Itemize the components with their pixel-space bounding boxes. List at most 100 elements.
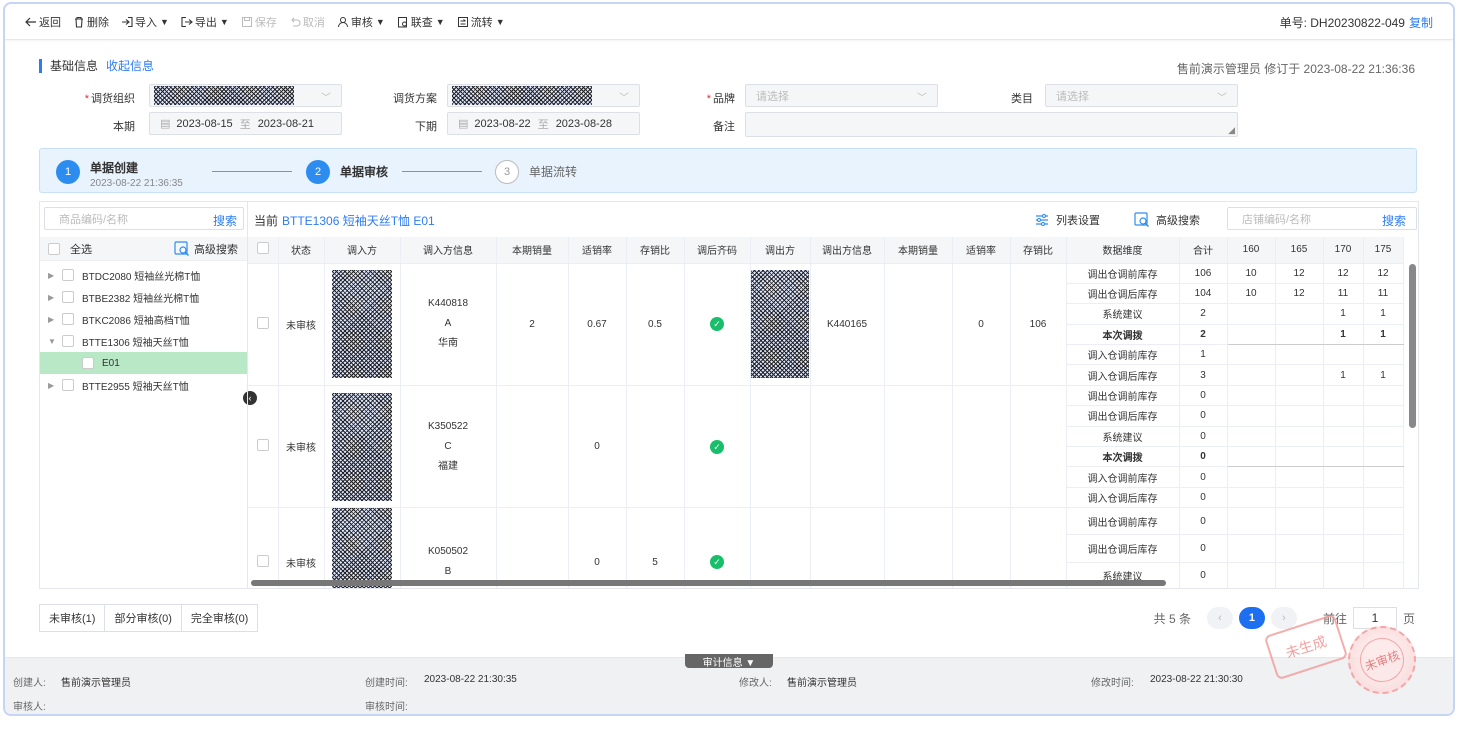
copy-link[interactable]: 复制 — [1409, 16, 1433, 30]
progress-steps: 1 单据创建 2023-08-22 21:36:35 2 单据审核 3 单据流转 — [39, 148, 1417, 193]
caret-down-icon: ▼ — [435, 16, 445, 27]
out-sell-rate-cell: 0 — [952, 263, 1011, 386]
review-button[interactable]: 审核 ▼ — [337, 14, 385, 30]
delete-button[interactable]: 删除 — [73, 14, 109, 30]
remark-textarea[interactable]: ◢ — [745, 112, 1238, 137]
shop-search-button[interactable]: 搜索 — [1382, 212, 1406, 229]
info-line: C — [444, 440, 452, 452]
step-transfer: 3 单据流转 — [495, 159, 577, 184]
info-line: K050502 — [427, 546, 469, 558]
next-period-range[interactable]: ▤ 2023-08-22 至 2023-08-28 — [447, 112, 640, 135]
out-party-cell — [750, 507, 811, 588]
horizontal-scrollbar[interactable] — [251, 580, 1166, 586]
size-cell — [1363, 487, 1404, 509]
size-cell — [1227, 562, 1276, 588]
size-cell: 12 — [1323, 263, 1364, 284]
size-cell: 1 — [1363, 303, 1404, 325]
transfer-icon — [457, 16, 468, 27]
collapse-arrow-icon[interactable]: ▼ — [48, 337, 62, 346]
size-cell[interactable] — [1363, 446, 1404, 468]
sales-cell — [496, 385, 569, 509]
size-cell[interactable] — [1227, 324, 1276, 346]
size-cell[interactable] — [1275, 324, 1324, 346]
column-settings-button[interactable]: 列表设置 — [1034, 212, 1100, 228]
grid-advanced-search-button[interactable]: 高级搜索 — [1134, 212, 1200, 228]
size-cell — [1227, 405, 1276, 427]
brand-select[interactable]: 请选择 ﹀ — [745, 84, 938, 107]
transfer-button[interactable]: 流转 ▼ — [457, 14, 505, 30]
total-cell: 0 — [1179, 534, 1228, 563]
out-sales-cell — [884, 385, 953, 509]
out-party-cell — [750, 263, 811, 386]
info-line: A — [444, 318, 452, 330]
select-all-checkbox[interactable] — [48, 242, 60, 255]
col-header: 存销比 — [626, 237, 685, 264]
total-cell: 0 — [1179, 385, 1228, 407]
page-number[interactable]: 1 — [1238, 607, 1265, 629]
out-sales-cell — [884, 507, 953, 588]
table-row: 未审核 K350522 C 福建 0 ✓ 调出仓调前库存 0 — [248, 385, 1404, 509]
import-button[interactable]: 导入 ▼ — [121, 14, 169, 30]
row-checkbox[interactable] — [256, 316, 269, 329]
tab-unreviewed[interactable]: 未审核(1) — [39, 604, 106, 632]
row-checkbox[interactable] — [256, 439, 269, 452]
back-button[interactable]: 返回 — [25, 14, 61, 30]
col-header: 数据维度 — [1066, 237, 1180, 264]
size-cell[interactable]: 1 — [1363, 324, 1404, 346]
modifier-value: 售前演示管理员 — [787, 678, 857, 689]
query-button[interactable]: 联查 ▼ — [397, 14, 445, 30]
export-button[interactable]: 导出 ▼ — [181, 14, 229, 30]
tree-item[interactable]: ▼ BTTE1306 短袖天丝T恤 — [40, 330, 248, 352]
tree-advanced-search-button[interactable]: 高级搜索 — [174, 240, 238, 257]
product-search-input[interactable]: 商品编码/名称 搜索 — [44, 207, 244, 230]
size-cell — [1275, 487, 1324, 509]
tab-partial-reviewed[interactable]: 部分审核(0) — [104, 604, 182, 632]
size-cell — [1363, 562, 1404, 588]
expand-arrow-icon[interactable]: ▶ — [48, 271, 62, 280]
tree-item[interactable]: ▶ BTTE2955 短袖天丝T恤 — [40, 374, 248, 396]
tree-item[interactable]: ▶ BTBE2382 短袖丝光棉T恤 — [40, 286, 248, 308]
tree-item[interactable]: ▶ BTDC2080 短袖丝光棉T恤 — [40, 264, 248, 286]
next-period-label: 下期 — [415, 121, 437, 133]
cur-period-range[interactable]: ▤ 2023-08-15 至 2023-08-21 — [149, 112, 342, 135]
size-cell — [1227, 364, 1276, 386]
plan-select[interactable]: ﹀ — [447, 84, 640, 107]
expand-arrow-icon[interactable]: ▶ — [48, 293, 62, 302]
tree-item-selected[interactable]: E01 — [40, 352, 248, 374]
size-cell: 1 — [1323, 364, 1364, 386]
header-checkbox[interactable] — [256, 242, 269, 255]
save-icon — [241, 16, 252, 27]
size-cell — [1323, 487, 1364, 509]
size-cell: 11 — [1363, 283, 1404, 305]
size-cell — [1275, 534, 1324, 563]
size-cell[interactable] — [1323, 446, 1364, 468]
tree-item[interactable]: ▶ BTKC2086 短袖高档T恤 — [40, 308, 248, 330]
size-cell[interactable] — [1275, 446, 1324, 468]
cancel-button[interactable]: 取消 — [289, 14, 325, 30]
category-select[interactable]: 请选择 ﹀ — [1045, 84, 1238, 107]
next-page-button[interactable]: › — [1270, 607, 1297, 629]
table-header-row: 状态 调入方 调入方信息 本期销量 适销率 存销比 调后齐码 调出方 调出方信息… — [248, 237, 1404, 264]
vertical-scrollbar[interactable] — [1409, 264, 1416, 428]
audit-info-toggle[interactable]: 审计信息 ▼ — [685, 654, 773, 669]
chevron-left-icon: ‹ — [1218, 612, 1222, 624]
expand-arrow-icon[interactable]: ▶ — [48, 381, 62, 390]
row-checkbox[interactable] — [256, 554, 269, 567]
size-cell — [1275, 507, 1324, 536]
org-select[interactable]: ﹀ — [149, 84, 342, 107]
collapse-info-link[interactable]: 收起信息 — [106, 57, 154, 74]
dimension-cell: 调出仓调前库存 — [1066, 385, 1180, 407]
status-cell: 未审核 — [278, 263, 325, 386]
size-cell — [1323, 426, 1364, 448]
save-button[interactable]: 保存 — [241, 14, 277, 30]
expand-arrow-icon[interactable]: ▶ — [48, 315, 62, 324]
advanced-search-icon — [1134, 212, 1149, 227]
size-cell[interactable]: 1 — [1323, 324, 1364, 346]
prev-page-button[interactable]: ‹ — [1206, 607, 1233, 629]
tab-full-reviewed[interactable]: 完全审核(0) — [180, 604, 259, 632]
caret-down-icon: ▼ — [219, 16, 229, 27]
product-search-button[interactable]: 搜索 — [213, 212, 237, 229]
shop-search-input[interactable]: 店铺编码/名称 搜索 — [1227, 207, 1417, 230]
size-cell[interactable] — [1227, 446, 1276, 468]
redacted-value — [751, 270, 809, 379]
